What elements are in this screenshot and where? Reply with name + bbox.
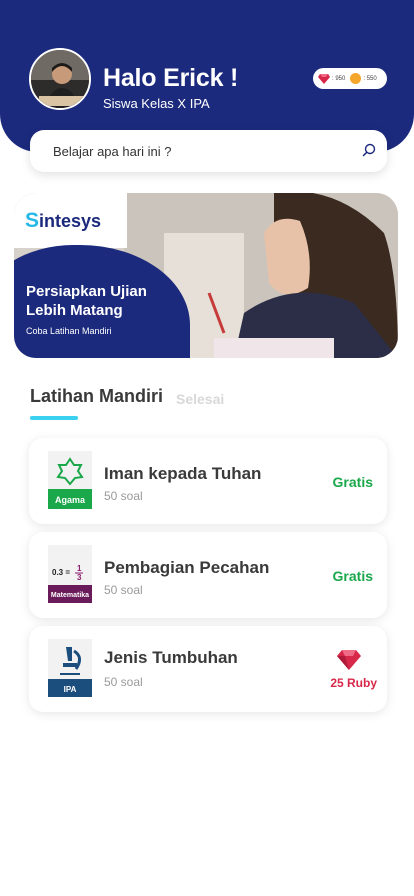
brand-logo: Sintesys xyxy=(14,193,127,248)
banner-cta-link[interactable]: Coba Latihan Mandiri xyxy=(26,326,112,336)
avatar[interactable] xyxy=(29,48,91,110)
exercise-title: Iman kepada Tuhan xyxy=(104,464,262,483)
ruby-icon xyxy=(337,650,361,670)
price-label: Gratis xyxy=(332,568,373,584)
coin-balance: : 550 xyxy=(363,75,377,82)
coin-icon xyxy=(350,73,362,84)
exercise-card[interactable]: Agama Iman kepada Tuhan 50 soal Gratis xyxy=(29,438,387,524)
exercise-card[interactable]: 0.3 = 1 3 Matematika Pembagian Pecahan 5… xyxy=(29,532,387,618)
ruby-icon xyxy=(318,73,330,84)
promo-banner[interactable]: Sintesys Persiapkan Ujian Lebih Matang C… xyxy=(14,193,398,358)
svg-text:0.3 =: 0.3 = xyxy=(52,568,70,577)
search-input[interactable]: Belajar apa hari ini ? xyxy=(53,144,172,159)
matematika-thumbnail: 0.3 = 1 3 Matematika xyxy=(48,545,92,603)
svg-text:Agama: Agama xyxy=(55,495,86,505)
exercise-card[interactable]: IPA Jenis Tumbuhan 50 soal 25 Ruby xyxy=(29,626,387,712)
tab-selesai[interactable]: Selesai xyxy=(176,391,224,407)
price-label: Gratis xyxy=(332,474,373,490)
tab-latihan-mandiri[interactable]: Latihan Mandiri xyxy=(30,386,163,407)
greeting-title: Halo Erick ! xyxy=(103,64,239,92)
ipa-thumbnail: IPA xyxy=(48,639,92,697)
active-tab-indicator xyxy=(30,416,78,420)
ruby-balance: : 950 xyxy=(332,75,346,82)
question-count: 50 soal xyxy=(104,583,143,597)
wallet-balance[interactable]: : 950 : 550 xyxy=(313,68,387,89)
exercise-title: Pembagian Pecahan xyxy=(104,558,270,577)
banner-headline: Persiapkan Ujian Lebih Matang xyxy=(26,283,147,319)
question-count: 50 soal xyxy=(104,489,143,503)
agama-thumbnail: Agama xyxy=(48,451,92,509)
user-class-label: Siswa Kelas X IPA xyxy=(103,96,210,111)
svg-text:3: 3 xyxy=(77,573,82,582)
svg-text:1: 1 xyxy=(77,564,82,573)
search-icon[interactable] xyxy=(362,143,376,157)
search-bar[interactable]: Belajar apa hari ini ? xyxy=(30,130,387,172)
question-count: 50 soal xyxy=(104,675,143,689)
exercise-title: Jenis Tumbuhan xyxy=(104,648,238,667)
svg-text:Matematika: Matematika xyxy=(51,592,89,599)
svg-text:IPA: IPA xyxy=(64,685,77,694)
price-label: 25 Ruby xyxy=(330,676,377,690)
